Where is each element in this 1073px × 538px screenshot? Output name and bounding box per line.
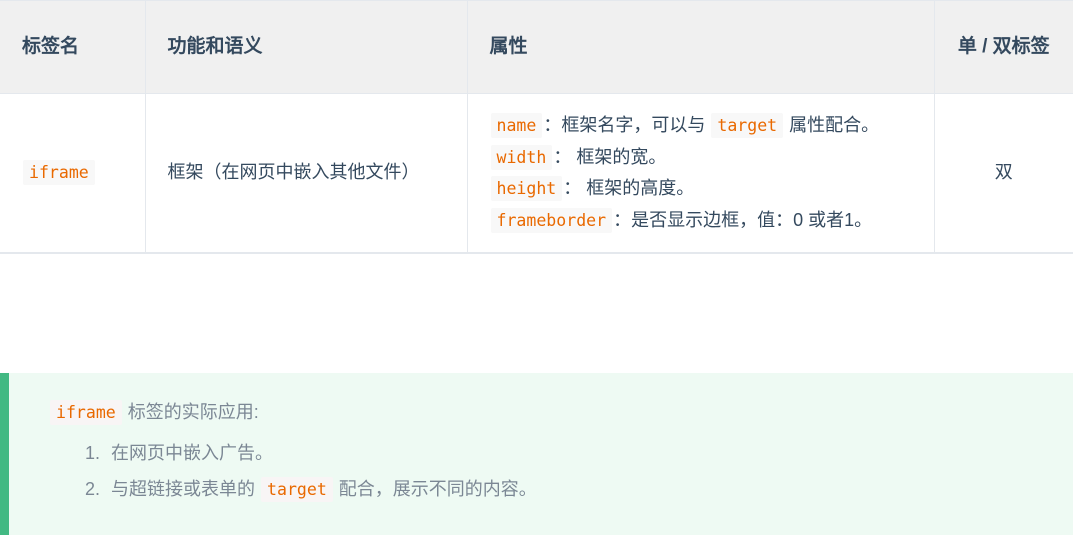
attr-desc-before: 框架的宽。: [571, 146, 667, 167]
code-iframe: iframe: [23, 160, 95, 186]
column-header-attributes: 属性: [467, 0, 935, 94]
cell-tag-name: iframe: [0, 93, 146, 253]
html-tag-reference-table: 标签名 功能和语义 属性 单 / 双标签 iframe 框架（在网页中嵌入其他文…: [0, 0, 1073, 254]
column-header-tag-name: 标签名: [0, 0, 146, 94]
code-frameborder-attr: frameborder: [490, 207, 613, 233]
code-iframe-callout: iframe: [50, 400, 122, 425]
table-header: 标签名 功能和语义 属性 单 / 双标签: [0, 0, 1073, 94]
attr-desc-after: 属性配合。: [784, 115, 880, 135]
cell-single-or-double: 双: [934, 93, 1073, 253]
code-height-attr: height: [490, 176, 563, 201]
attr-separator: ：: [563, 178, 582, 198]
tip-callout: iframe 标签的实际应用: 在网页中嵌入广告。 与超链接或表单的 targe…: [0, 373, 1073, 535]
cell-function-semantics: 框架（在网页中嵌入其他文件）: [145, 93, 468, 253]
table-header-row: 标签名 功能和语义 属性 单 / 双标签: [0, 0, 1073, 94]
code-name-attr: name: [490, 113, 543, 138]
code-width-attr: width: [490, 144, 553, 170]
callout-title: iframe 标签的实际应用:: [9, 397, 1073, 428]
attribute-line-height: height： 框架的高度。: [490, 173, 912, 205]
attr-desc-before: 框架的高度。: [581, 178, 695, 198]
cell-attributes: name ：框架名字，可以与 target 属性配合。 width： 框架的宽。 …: [467, 93, 935, 253]
attr-separator: ：: [543, 115, 562, 135]
list-item-text-after: 配合，展示不同的内容。: [333, 479, 537, 500]
column-header-function-semantics: 功能和语义: [145, 0, 468, 94]
list-item-text-before: 与超链接或表单的: [111, 479, 261, 500]
column-header-single-or-double: 单 / 双标签: [934, 0, 1073, 94]
callout-title-text: 标签的实际应用:: [122, 402, 259, 422]
attr-separator: ：: [613, 209, 632, 230]
table-row: iframe 框架（在网页中嵌入其他文件） name ：框架名字，可以与 targ…: [0, 93, 1073, 253]
page-root: 标签名 功能和语义 属性 单 / 双标签 iframe 框架（在网页中嵌入其他文…: [0, 0, 1073, 538]
code-target-attr: target: [711, 113, 784, 138]
table-body: iframe 框架（在网页中嵌入其他文件） name ：框架名字，可以与 targ…: [0, 93, 1073, 253]
attr-desc-before: 是否显示边框，值：0 或者1。: [631, 209, 873, 230]
attr-desc-before: 框架名字，可以与: [561, 115, 711, 135]
attribute-line-width: width： 框架的宽。: [490, 142, 912, 174]
attr-separator: ：: [553, 146, 572, 167]
list-item-text: 在网页中嵌入广告。: [111, 442, 273, 463]
code-target-callout: target: [261, 477, 333, 503]
list-item: 与超链接或表单的 target 配合，展示不同的内容。: [105, 474, 1073, 505]
list-item: 在网页中嵌入广告。: [105, 438, 1073, 469]
attribute-line-frameborder: frameborder ：是否显示边框，值：0 或者1。: [490, 205, 912, 237]
attribute-line-name: name ：框架名字，可以与 target 属性配合。: [490, 110, 912, 142]
callout-list: 在网页中嵌入广告。 与超链接或表单的 target 配合，展示不同的内容。: [9, 438, 1073, 505]
